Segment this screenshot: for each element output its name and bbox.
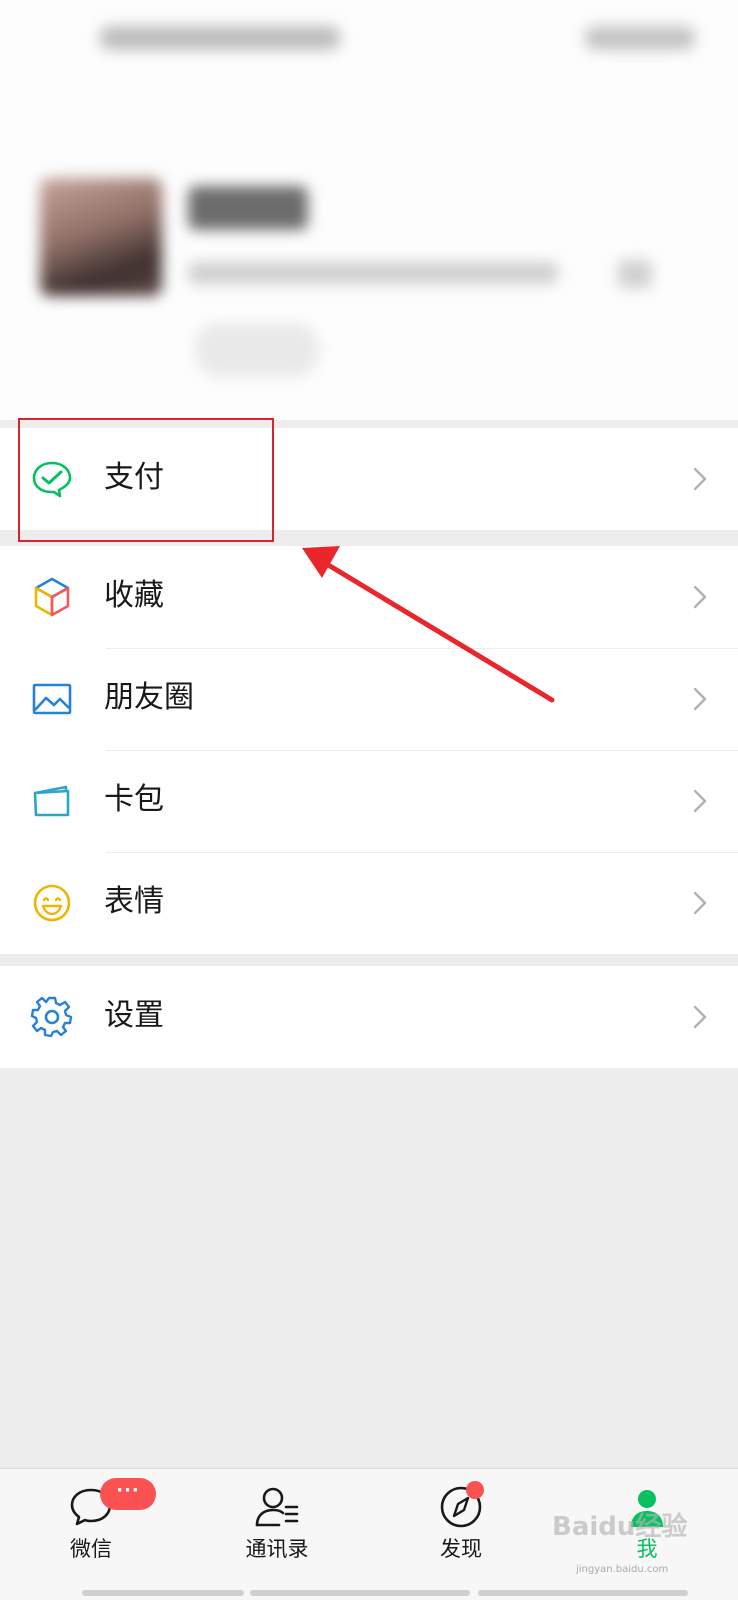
tab-me[interactable]: 我 [582, 1469, 712, 1589]
menu-label-moments: 朋友圈 [104, 680, 194, 715]
menu-label-stickers: 表情 [104, 884, 164, 919]
discover-red-dot [466, 1481, 484, 1499]
chevron-right-icon [693, 891, 707, 915]
contacts-icon [253, 1483, 301, 1531]
menu-item-pay[interactable]: 支付 [0, 428, 738, 530]
smiley-icon [30, 881, 74, 925]
menu-group-pay: 支付 [0, 428, 738, 530]
tab-contacts[interactable]: 通讯录 [212, 1469, 342, 1589]
menu-item-cards[interactable]: 卡包 [0, 750, 738, 852]
menu-label-favorites: 收藏 [104, 578, 164, 613]
profile-name [188, 186, 308, 230]
person-icon [623, 1483, 671, 1531]
menu-label-settings: 设置 [104, 998, 164, 1033]
menu-label-cards: 卡包 [104, 782, 164, 817]
avatar[interactable] [40, 178, 162, 296]
menu-item-favorites[interactable]: 收藏 [0, 546, 738, 648]
tab-label-me: 我 [636, 1537, 658, 1561]
menu-label-pay: 支付 [104, 460, 164, 495]
menu-item-settings[interactable]: 设置 [0, 966, 738, 1068]
menu-group-settings: 设置 [0, 966, 738, 1068]
tab-label-discover: 发现 [440, 1537, 482, 1561]
chevron-right-icon [693, 687, 707, 711]
tab-label-contacts: 通讯录 [245, 1537, 309, 1561]
home-indicator-segment [82, 1590, 244, 1596]
menu-item-moments[interactable]: 朋友圈 [0, 648, 738, 750]
card-wallet-icon [30, 779, 74, 823]
home-indicator-segment [250, 1590, 470, 1596]
tab-label-chats: 微信 [70, 1537, 112, 1561]
wechat-pay-icon [30, 457, 74, 501]
menu-item-stickers[interactable]: 表情 [0, 852, 738, 954]
unread-badge: ··· [100, 1478, 156, 1510]
qr-code-icon[interactable] [618, 260, 652, 288]
status-button[interactable] [196, 324, 318, 376]
cube-icon [30, 575, 74, 619]
image-icon [30, 677, 74, 721]
profile-header[interactable] [0, 0, 738, 420]
chevron-right-icon [693, 1005, 707, 1029]
tab-discover[interactable]: 发现 [396, 1469, 526, 1589]
menu-group-content: 收藏 朋友圈 卡包 表情 [0, 546, 738, 954]
chevron-right-icon [693, 789, 707, 813]
wechat-me-screen: 支付 收藏 朋友圈 卡包 表情 设置 微信 通讯录 发现 我 ··· Baidu… [0, 0, 738, 1600]
wechat-id [188, 262, 558, 284]
status-bar-right [585, 26, 695, 50]
status-bar-left [100, 26, 340, 50]
gear-icon [30, 995, 74, 1039]
chevron-right-icon [693, 467, 707, 491]
home-indicator-segment [478, 1590, 688, 1596]
chevron-right-icon [693, 585, 707, 609]
